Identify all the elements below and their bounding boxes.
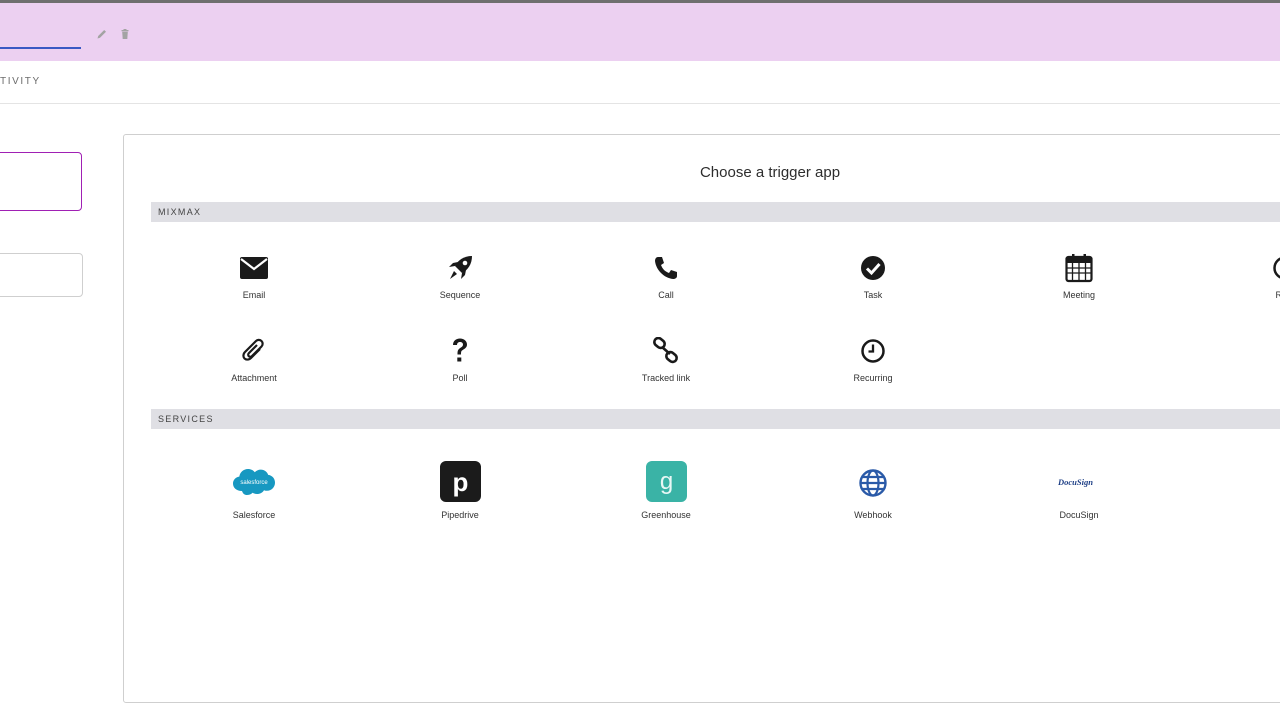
trigger-app-reminder[interactable]: Rem — [1210, 252, 1280, 312]
trigger-app-meeting[interactable]: Meeting — [1004, 252, 1154, 312]
rocket-icon — [444, 252, 476, 284]
tab-activity[interactable]: TIVITY — [0, 76, 41, 87]
trigger-app-sequence[interactable]: Sequence — [385, 252, 535, 312]
trigger-app-task[interactable]: Task — [798, 252, 948, 312]
tile-label: Meeting — [1062, 290, 1096, 300]
tile-label: Poll — [452, 373, 468, 383]
tile-label: DocuSign — [1059, 510, 1099, 520]
tile-label: Tracked link — [641, 373, 691, 383]
calendar-icon — [1063, 252, 1095, 284]
question-icon — [444, 335, 476, 367]
reminder-icon — [1269, 252, 1280, 284]
link-icon — [650, 335, 682, 367]
pipedrive-logo-icon: p — [440, 461, 481, 502]
trigger-field-selected[interactable] — [0, 152, 82, 211]
section-header-mixmax: MIXMAX — [151, 202, 1280, 222]
tile-label: Pipedrive — [441, 510, 479, 520]
tile-label: Email — [242, 290, 266, 300]
clock-icon — [857, 335, 889, 367]
tab-bar: TIVITY — [0, 61, 1280, 104]
tile-label: Rem — [1275, 290, 1280, 300]
trigger-app-pipedrive[interactable]: p Pipedrive — [385, 461, 535, 521]
envelope-icon — [238, 252, 270, 284]
docusign-logo-icon: DocuSign — [1054, 461, 1104, 501]
svg-text:g: g — [660, 468, 673, 495]
trigger-app-email[interactable]: Email — [179, 252, 329, 312]
workflow-name-input-underline[interactable] — [0, 47, 81, 49]
globe-icon — [857, 467, 889, 499]
trigger-app-tracked-link[interactable]: Tracked link — [591, 335, 741, 395]
check-circle-icon — [857, 252, 889, 284]
tile-label: Attachment — [231, 373, 277, 383]
tile-label: Greenhouse — [641, 510, 691, 520]
phone-icon — [650, 252, 682, 284]
workflow-header — [0, 3, 1280, 61]
trigger-app-salesforce[interactable]: salesforce Salesforce — [179, 461, 329, 521]
salesforce-logo-icon: salesforce — [232, 461, 276, 501]
action-field[interactable] — [0, 253, 83, 297]
svg-text:p: p — [453, 467, 469, 497]
tile-label: Webhook — [854, 510, 892, 520]
paperclip-icon — [238, 335, 270, 367]
trigger-app-docusign[interactable]: DocuSign DocuSign — [1004, 461, 1154, 521]
tile-label: Call — [658, 290, 674, 300]
trash-icon[interactable] — [119, 28, 131, 40]
section-label: SERVICES — [158, 414, 214, 424]
tile-label: Salesforce — [232, 510, 276, 520]
section-header-services: SERVICES — [151, 409, 1280, 429]
svg-text:salesforce: salesforce — [240, 480, 268, 486]
svg-text:DocuSign: DocuSign — [1057, 477, 1093, 487]
pencil-icon[interactable] — [96, 28, 108, 40]
tile-label: Task — [863, 290, 883, 300]
trigger-app-recurring[interactable]: Recurring — [798, 335, 948, 395]
trigger-app-call[interactable]: Call — [591, 252, 741, 312]
trigger-app-greenhouse[interactable]: g Greenhouse — [591, 461, 741, 521]
tile-label: Recurring — [853, 373, 893, 383]
trigger-app-attachment[interactable]: Attachment — [179, 335, 329, 395]
greenhouse-logo-icon: g — [646, 461, 687, 502]
tile-label: Sequence — [439, 290, 481, 300]
section-label: MIXMAX — [158, 207, 202, 217]
panel-title: Choose a trigger app — [699, 164, 841, 181]
trigger-app-poll[interactable]: Poll — [385, 335, 535, 395]
trigger-app-webhook[interactable]: Webhook — [798, 461, 948, 521]
